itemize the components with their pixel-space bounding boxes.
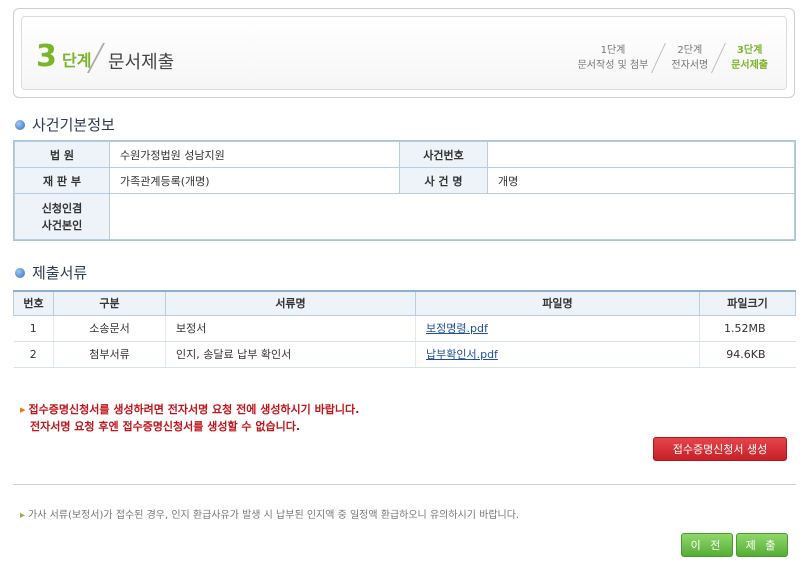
row-file-cell: 납부확인서.pdf bbox=[415, 341, 700, 368]
table-row: 1 소송문서 보정서 보정명령.pdf 1.52MB bbox=[13, 315, 796, 342]
case-info-table: 법 원 수원가정법원 성남지원 사건번호 재 판 부 가족관계등록(개명) 사 … bbox=[13, 140, 796, 241]
row-number: 1 bbox=[13, 315, 54, 342]
page-title: 문서제출 bbox=[108, 52, 175, 73]
applicant-label-line1: 신청인겸 bbox=[41, 201, 83, 215]
documents-table: 번호 구분 서류명 파일명 파일크기 1 소송문서 보정서 보정명령.pdf 1… bbox=[13, 290, 796, 368]
step-2-number: 2단계 bbox=[677, 45, 703, 56]
step-3-number: 3단계 bbox=[736, 45, 763, 56]
section-title-text: 제출서류 bbox=[32, 264, 88, 282]
file-link[interactable]: 납부확인서.pdf bbox=[426, 348, 498, 361]
step-2: 2단계 전자서명 bbox=[659, 43, 718, 73]
bullet-icon bbox=[15, 119, 25, 130]
warning-message: ▸ 접수증명신청서를 생성하려면 전자서명 요청 전에 생성하시기 바랍니다. 전… bbox=[20, 401, 359, 435]
court-value: 수원가정법원 성남지원 bbox=[109, 141, 400, 168]
file-link[interactable]: 보정명령.pdf bbox=[426, 322, 488, 335]
case-number-label: 사건번호 bbox=[399, 141, 488, 168]
arrow-icon: ▸ bbox=[20, 403, 26, 416]
division-value: 가족관계등록(개명) bbox=[109, 167, 400, 194]
applicant-label-line2: 사건본인 bbox=[41, 218, 83, 232]
col-number: 번호 bbox=[13, 290, 54, 316]
step-1-label: 문서작성 및 첨부 bbox=[577, 60, 649, 71]
row-type: 첨부서류 bbox=[53, 341, 166, 368]
step-1: 1단계 문서작성 및 첨부 bbox=[566, 43, 659, 73]
step-number: 3 bbox=[36, 39, 57, 74]
notice-message: ▸ 가사 서류(보정서)가 접수된 경우, 인지 환급사유가 발생 시 납부된 인… bbox=[20, 506, 519, 521]
col-file-size: 파일크기 bbox=[699, 290, 796, 316]
step-1-number: 1단계 bbox=[600, 45, 626, 56]
table-row: 2 첨부서류 인지, 송달료 납부 확인서 납부확인서.pdf 94.6KB bbox=[13, 341, 796, 368]
warning-line-1: 접수증명신청서를 생성하려면 전자서명 요청 전에 생성하시기 바랍니다. bbox=[28, 403, 360, 416]
division-label: 재 판 부 bbox=[14, 167, 110, 194]
step-3: 3단계 문서제출 bbox=[719, 43, 778, 73]
table-header-row: 번호 구분 서류명 파일명 파일크기 bbox=[13, 290, 796, 316]
section-documents-title: 제출서류 bbox=[15, 262, 87, 283]
case-name-label: 사 건 명 bbox=[399, 167, 488, 194]
row-number: 2 bbox=[13, 341, 54, 368]
col-file-name: 파일명 bbox=[415, 290, 700, 316]
divider bbox=[13, 484, 796, 485]
row-file-size: 94.6KB bbox=[699, 341, 796, 368]
submit-button[interactable]: 제 출 bbox=[736, 533, 788, 557]
warning-line-2: 전자서명 요청 후엔 접수증명신청서를 생성할 수 없습니다. bbox=[30, 420, 301, 433]
row-doc-name: 인지, 송달료 납부 확인서 bbox=[165, 341, 416, 368]
prev-button[interactable]: 이 전 bbox=[681, 533, 733, 557]
step-header: 3 단계 문서제출 1단계 문서작성 및 첨부 2단계 전자서명 3단계 문서제… bbox=[13, 8, 795, 98]
step-indicator: 1단계 문서작성 및 첨부 2단계 전자서명 3단계 문서제출 bbox=[566, 43, 778, 73]
section-case-info-title: 사건기본정보 bbox=[15, 114, 115, 135]
row-file-size: 1.52MB bbox=[699, 315, 796, 342]
case-number-value bbox=[487, 141, 795, 168]
row-file-cell: 보정명령.pdf bbox=[415, 315, 700, 342]
col-doc-name: 서류명 bbox=[165, 290, 416, 316]
col-type: 구분 bbox=[53, 290, 166, 316]
step-unit: 단계 bbox=[62, 51, 92, 70]
case-name-value: 개명 bbox=[487, 167, 795, 194]
bullet-icon bbox=[15, 267, 25, 278]
row-doc-name: 보정서 bbox=[165, 315, 416, 342]
generate-receipt-button[interactable]: 접수증명신청서 생성 bbox=[653, 437, 787, 461]
row-type: 소송문서 bbox=[53, 315, 166, 342]
court-label: 법 원 bbox=[14, 141, 110, 168]
section-title-text: 사건기본정보 bbox=[32, 116, 115, 134]
notice-text: 가사 서류(보정서)가 접수된 경우, 인지 환급사유가 발생 시 납부된 인지… bbox=[28, 510, 520, 521]
arrow-icon: ▸ bbox=[20, 510, 26, 521]
applicant-value bbox=[109, 193, 795, 240]
step-3-label: 문서제출 bbox=[731, 60, 768, 71]
step-2-label: 전자서명 bbox=[671, 60, 709, 71]
applicant-label: 신청인겸 사건본인 bbox=[14, 193, 110, 240]
